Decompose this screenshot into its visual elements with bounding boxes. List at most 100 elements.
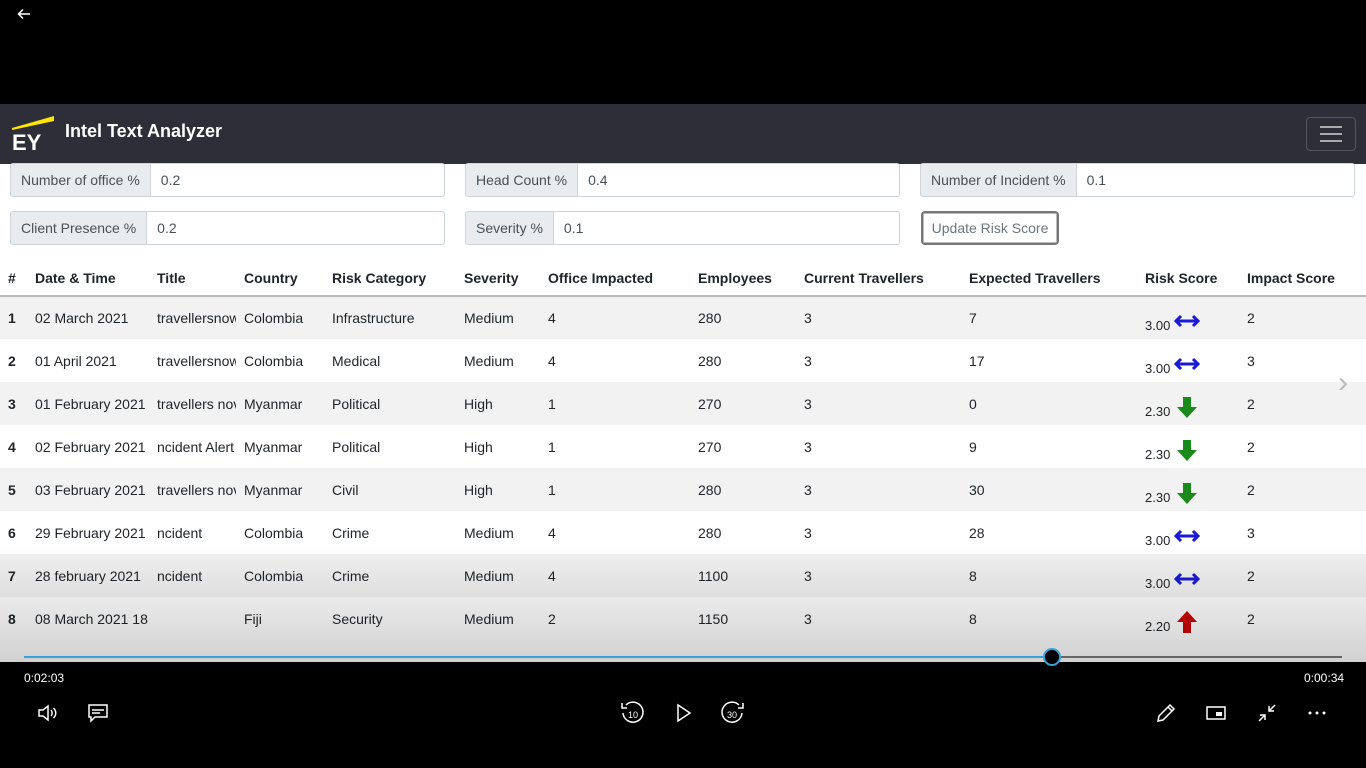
exit-fullscreen-icon <box>1258 704 1276 722</box>
office-impacted-cell: 1 <box>540 382 690 425</box>
risk-score: 3.00 <box>1145 518 1239 548</box>
expected-travellers-cell: 28 <box>961 511 1137 554</box>
severity-cell: Medium <box>456 339 540 382</box>
number-of-incident-input[interactable]: 0.1 <box>1076 164 1354 196</box>
arrow-down-icon <box>1177 439 1198 461</box>
client-presence-input[interactable]: 0.2 <box>147 212 444 244</box>
svg-text:30: 30 <box>727 710 737 720</box>
miniplayer-button[interactable] <box>1200 697 1232 729</box>
more-icon <box>1308 711 1326 715</box>
update-risk-score-button[interactable]: Update Risk Score <box>921 211 1059 245</box>
date-cell: 03 February 2021 : <box>27 468 149 511</box>
row-number: 7 <box>0 554 27 597</box>
country-cell: Colombia <box>236 296 324 339</box>
volume-button[interactable] <box>32 697 64 729</box>
column-header[interactable]: Title <box>149 261 236 297</box>
head-count-input[interactable]: 0.4 <box>578 164 899 196</box>
miniplayer-icon <box>1206 706 1226 720</box>
title-cell: travellersnow <box>149 339 236 382</box>
more-button[interactable] <box>1301 697 1333 729</box>
exit-fullscreen-button[interactable] <box>1251 697 1283 729</box>
number-of-office-input[interactable]: 0.2 <box>150 164 444 196</box>
edit-button[interactable] <box>1150 697 1182 729</box>
column-header[interactable]: Severity <box>456 261 540 297</box>
risk-category-cell: Civil <box>324 468 456 511</box>
field-label: Number of office % <box>11 164 151 196</box>
date-cell: 08 March 2021 18: <box>27 597 149 640</box>
app-navbar: EY Intel Text Analyzer <box>0 104 1366 164</box>
column-header[interactable]: Employees <box>690 261 796 297</box>
office-impacted-cell: 4 <box>540 511 690 554</box>
risk-score-cell: 3.00 <box>1137 511 1239 554</box>
row-number: 4 <box>0 425 27 468</box>
table-row[interactable]: 6 29 February 2021 ncident Colombia Crime Med… <box>0 511 1366 554</box>
risk-category-cell: Crime <box>324 511 456 554</box>
row-number: 5 <box>0 468 27 511</box>
skip-back-10-icon: 10 <box>621 701 644 723</box>
column-header[interactable]: Risk Category <box>324 261 456 297</box>
risk-score-value: 3.00 <box>1145 318 1171 333</box>
severity-cell: High <box>456 468 540 511</box>
title-cell: travellers nov <box>149 468 236 511</box>
field-label: Head Count % <box>466 164 579 196</box>
table-header-row: # Date & Time Title Country Risk Category Sev… <box>0 261 1366 297</box>
menu-toggle-button[interactable] <box>1306 117 1356 151</box>
row-number: 6 <box>0 511 27 554</box>
severity-cell: Medium <box>456 554 540 597</box>
arrow-left-icon <box>17 8 30 20</box>
table-row[interactable]: 8 08 March 2021 18: Fiji Security Medium 2 115… <box>0 597 1366 640</box>
table-row[interactable]: 3 01 February 2021 travellers nov Myanmar Po… <box>0 382 1366 425</box>
table-row[interactable]: 7 28 february 2021 ncident Colombia Crime Med… <box>0 554 1366 597</box>
expected-travellers-cell: 8 <box>961 597 1137 640</box>
severity-cell: Medium <box>456 511 540 554</box>
title-cell: ncident <box>149 511 236 554</box>
video-frame: EY Intel Text Analyzer Number of office … <box>0 104 1366 662</box>
current-travellers-cell: 3 <box>796 468 961 511</box>
risk-score-value: 2.20 <box>1145 618 1171 634</box>
office-impacted-cell: 4 <box>540 339 690 382</box>
table-row[interactable]: 5 03 February 2021 : travellers nov Myanmar… <box>0 468 1366 511</box>
expected-travellers-cell: 0 <box>961 382 1137 425</box>
expected-travellers-cell: 17 <box>961 339 1137 382</box>
number-of-incident-field: Number of Incident % 0.1 <box>920 163 1355 197</box>
risk-score: 3.00 <box>1145 561 1239 591</box>
arrows-horizontal-icon <box>1174 529 1201 542</box>
skip-back-button[interactable]: 10 <box>616 697 648 729</box>
captions-button[interactable] <box>82 697 114 729</box>
back-button[interactable] <box>12 4 36 28</box>
hamburger-icon <box>1320 126 1342 128</box>
severity-input[interactable]: 0.1 <box>553 212 899 244</box>
impact-score-cell: 2 <box>1239 468 1366 511</box>
row-number: 2 <box>0 339 27 382</box>
column-header[interactable]: Expected Travellers <box>961 261 1137 297</box>
play-icon <box>677 703 692 723</box>
column-header[interactable]: Date & Time <box>27 261 149 297</box>
risk-score-cell: 2.30 <box>1137 425 1239 468</box>
skip-forward-button[interactable]: 30 <box>717 697 749 729</box>
seek-thumb[interactable] <box>1043 648 1062 666</box>
svg-text:EY: EY <box>12 130 42 152</box>
title-cell: ncident Alert <box>149 425 236 468</box>
seek-bar[interactable] <box>24 648 1342 666</box>
table-row[interactable]: 1 02 March 2021 travellersnow Colombia Infra… <box>0 296 1366 339</box>
risk-score-cell: 2.30 <box>1137 468 1239 511</box>
skip-forward-30-icon: 30 <box>721 701 744 723</box>
table-row[interactable]: 4 02 February 2021 ncident Alert Myanmar Pol… <box>0 425 1366 468</box>
risk-score-cell: 2.30 <box>1137 382 1239 425</box>
column-header[interactable]: # <box>0 261 27 297</box>
play-button[interactable] <box>667 697 699 729</box>
column-header[interactable]: Risk Score <box>1137 261 1239 297</box>
field-label: Client Presence % <box>11 212 148 244</box>
column-header[interactable]: Impact Score <box>1239 261 1366 297</box>
client-presence-field: Client Presence % 0.2 <box>10 211 445 245</box>
date-cell: 02 March 2021 <box>27 296 149 339</box>
table-row[interactable]: 2 01 April 2021 travellersnow Colombia Medic… <box>0 339 1366 382</box>
column-header[interactable]: Country <box>236 261 324 297</box>
risk-category-cell: Security <box>324 597 456 640</box>
field-label: Severity % <box>466 212 554 244</box>
current-travellers-cell: 3 <box>796 511 961 554</box>
column-header[interactable]: Current Travellers <box>796 261 961 297</box>
risk-score: 2.30 <box>1145 389 1239 419</box>
chevron-right-icon[interactable]: › <box>1338 366 1348 400</box>
column-header[interactable]: Office Impacted <box>540 261 690 297</box>
